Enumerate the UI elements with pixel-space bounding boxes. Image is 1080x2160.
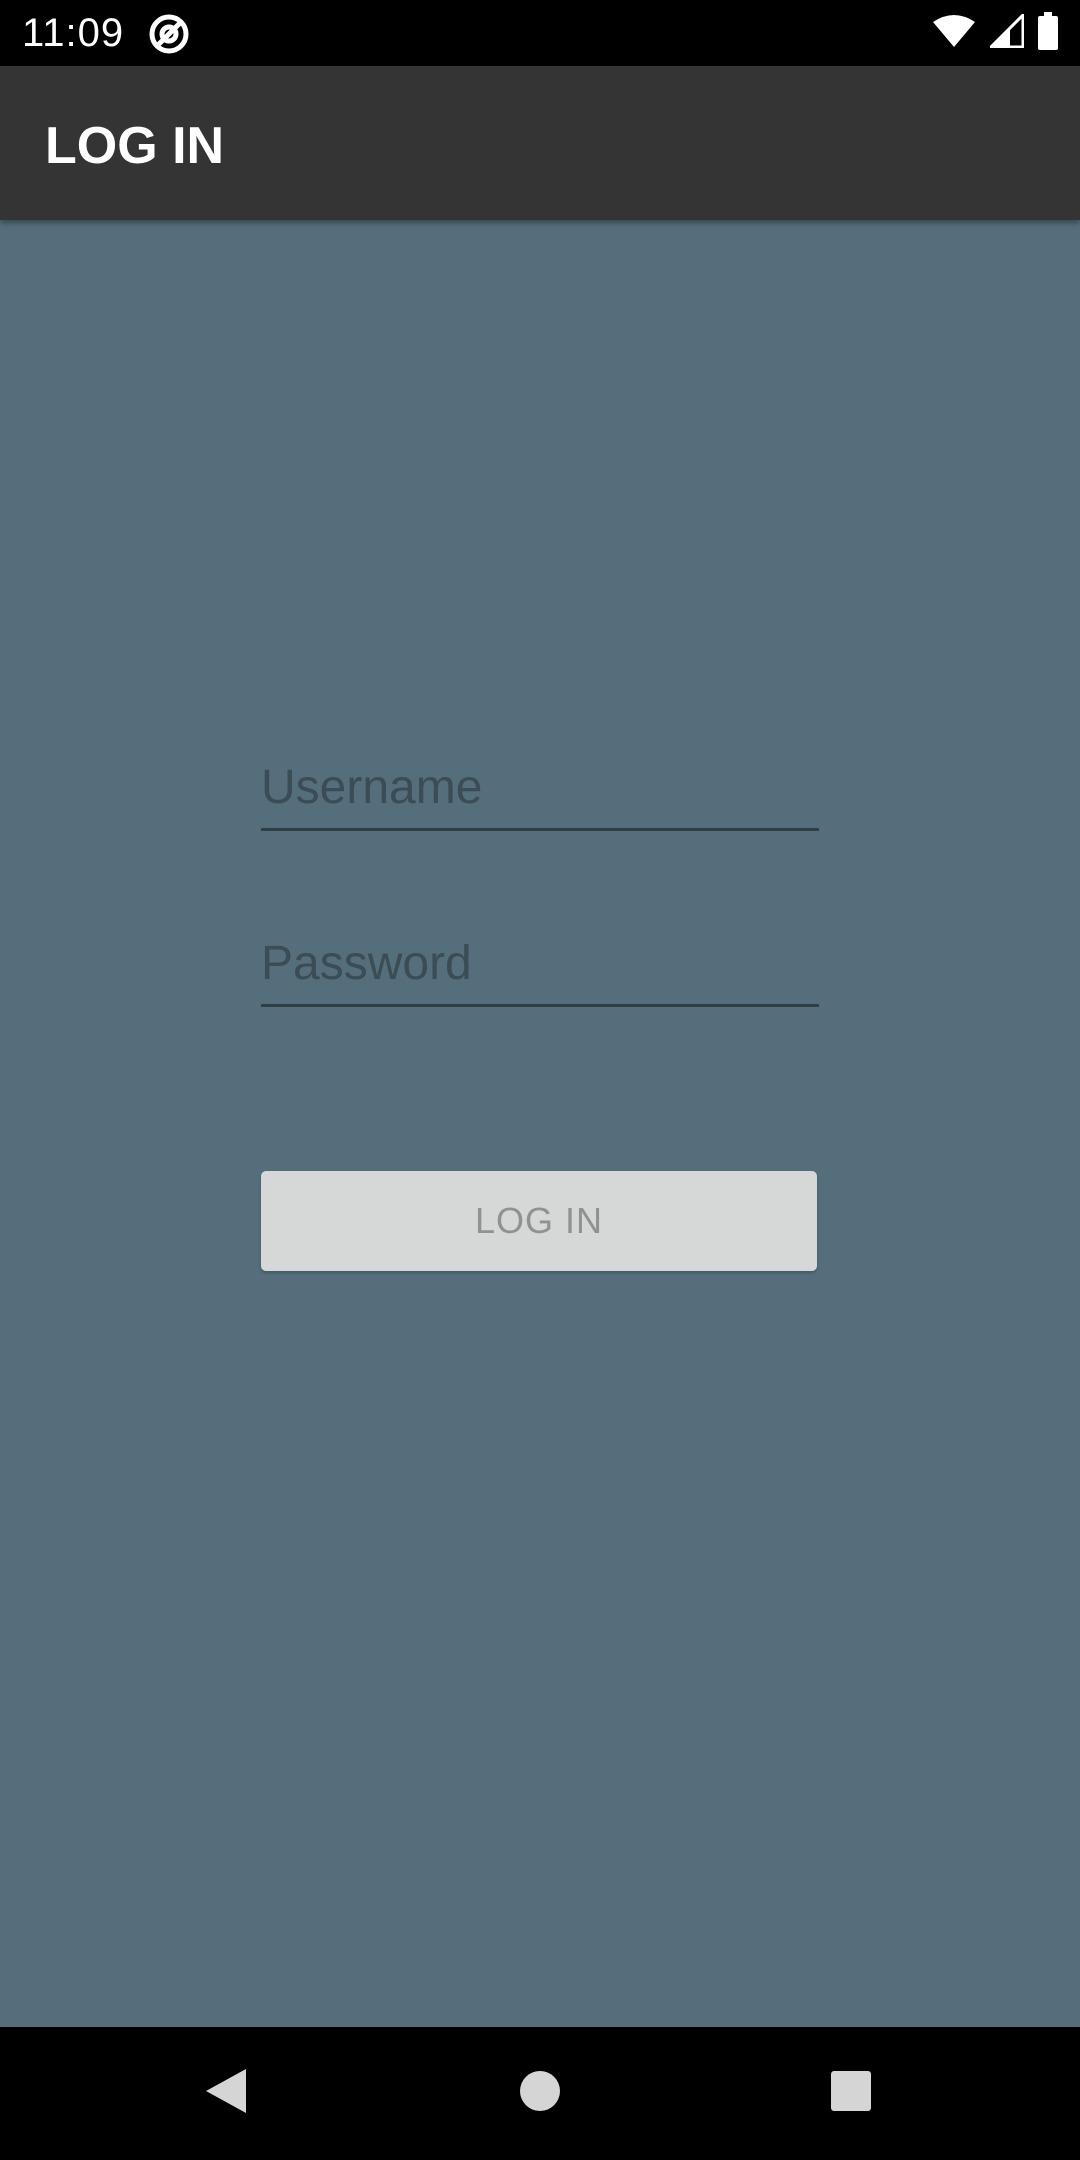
back-icon (204, 2067, 248, 2120)
status-bar: 11:09 (0, 0, 1080, 66)
home-icon (519, 2070, 561, 2117)
wifi-icon (932, 14, 976, 53)
home-button[interactable] (460, 2027, 620, 2160)
back-button[interactable] (146, 2027, 306, 2160)
app-bar: LOG IN (0, 66, 1080, 220)
page-title: LOG IN (45, 117, 225, 175)
at-sign-icon (148, 13, 190, 55)
navigation-bar (0, 2027, 1080, 2160)
cell-signal-icon (987, 10, 1025, 53)
password-field[interactable] (261, 924, 819, 1007)
password-input[interactable] (261, 930, 819, 996)
recents-button[interactable] (771, 2027, 931, 2160)
login-screen: 11:09 LOG IN Username LOG IN (0, 0, 1080, 2160)
status-icons (932, 10, 1058, 55)
login-button[interactable]: LOG IN (261, 1171, 817, 1271)
recents-icon (830, 2070, 872, 2117)
username-field[interactable] (261, 748, 819, 831)
battery-icon (1038, 11, 1058, 55)
status-time: 11:09 (22, 11, 125, 55)
username-input[interactable] (261, 754, 819, 820)
